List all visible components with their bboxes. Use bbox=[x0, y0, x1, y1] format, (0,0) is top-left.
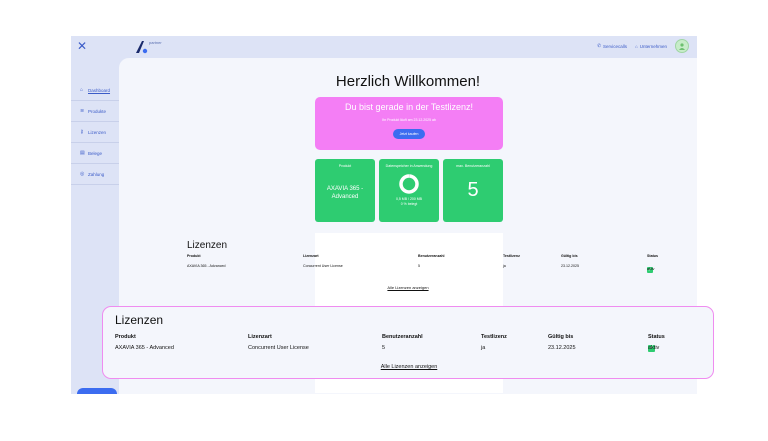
trial-banner: Du bist gerade in der Testlizenz! Ihr Pr… bbox=[315, 97, 503, 150]
table-row: AXAVIA 365 - Advanced Concurrent User Li… bbox=[187, 261, 687, 273]
storage-usage-pct: 0 % belegt bbox=[400, 201, 418, 206]
payment-icon: ◎ bbox=[80, 170, 85, 177]
logo-text: partner bbox=[149, 40, 162, 45]
card-header: Produkt bbox=[338, 164, 352, 168]
buy-now-button[interactable]: Jetzt kaufen bbox=[392, 129, 426, 139]
building-icon: ⌂ bbox=[635, 43, 638, 49]
sidebar-item-dashboard[interactable]: ⌂ Dashboard bbox=[71, 80, 119, 101]
licenses-zoom-callout: Lizenzen Produkt Lizenzart Benutzeranzah… bbox=[102, 306, 714, 379]
servicecalls-label: Servicecalls bbox=[602, 43, 627, 49]
sidebar: ⌂ Dashboard ≋ Produkte ⚷ Lizenzen ▤ Bele… bbox=[71, 80, 119, 185]
sidebar-bottom-button[interactable] bbox=[77, 388, 117, 394]
user-icon bbox=[679, 43, 685, 50]
top-right-links: ✆ Servicecalls ⌂ Unternehmen bbox=[597, 39, 689, 53]
unternehmen-link[interactable]: ⌂ Unternehmen bbox=[635, 44, 667, 49]
phone-icon: ✆ bbox=[597, 43, 601, 48]
home-icon: ⌂ bbox=[80, 86, 84, 93]
sidebar-item-label: Produkte bbox=[88, 108, 107, 114]
col-header: Testlizenz bbox=[503, 254, 520, 258]
product-card: Produkt AXAVIA 365 - Advanced bbox=[315, 159, 375, 222]
brand-logo bbox=[136, 41, 148, 54]
sidebar-item-zahlung[interactable]: ◎ Zahlung bbox=[71, 164, 119, 185]
sidebar-item-label: Lizenzen bbox=[88, 129, 107, 135]
sidebar-item-produkte[interactable]: ≋ Produkte bbox=[71, 101, 119, 122]
key-icon: ⚷ bbox=[80, 128, 84, 135]
trial-subtitle: Ihr Produkt läuft am 23.12.2025 ab bbox=[382, 118, 436, 122]
cell: 5 bbox=[418, 264, 420, 268]
sidebar-item-label: Zahlung bbox=[88, 171, 105, 177]
col-header: Benutzeranzahl bbox=[382, 334, 423, 340]
status-badge: aktiv bbox=[648, 345, 660, 351]
licenses-title: Lizenzen bbox=[115, 313, 164, 327]
close-icon[interactable]: ✕ bbox=[77, 39, 87, 53]
col-header: Lizenzart bbox=[303, 254, 319, 258]
sidebar-item-lizenzen[interactable]: ⚷ Lizenzen bbox=[71, 122, 119, 143]
table-header: Produkt Lizenzart Benutzeranzahl Testliz… bbox=[187, 251, 687, 261]
card-header: Datenspeicher in Anwendung bbox=[385, 164, 433, 168]
licenses-section: Lizenzen Produkt Lizenzart Benutzeranzah… bbox=[187, 240, 687, 273]
receipt-icon: ▤ bbox=[80, 149, 85, 156]
unternehmen-label: Unternehmen bbox=[639, 43, 667, 49]
col-header: Benutzeranzahl bbox=[418, 254, 445, 258]
card-header: max. Benutzeranzahl bbox=[456, 164, 490, 168]
max-users-card: max. Benutzeranzahl 5 bbox=[443, 159, 503, 222]
col-header: Testlizenz bbox=[481, 334, 507, 340]
layers-icon: ≋ bbox=[80, 107, 85, 114]
storage-card: Datenspeicher in Anwendung 0,5 MB / 200 … bbox=[379, 159, 439, 222]
table-header: Produkt Lizenzart Benutzeranzahl Testliz… bbox=[103, 334, 715, 344]
cell: ja bbox=[503, 264, 506, 268]
col-header: Lizenzart bbox=[248, 334, 272, 340]
card-value: 5 bbox=[467, 179, 479, 202]
table-row: AXAVIA 365 - Advanced Concurrent User Li… bbox=[103, 345, 715, 355]
card-value: AXAVIA 365 - Advanced bbox=[326, 186, 364, 201]
all-licenses-link[interactable]: Alle Lizenzen anzeigen bbox=[103, 364, 715, 370]
all-licenses-link[interactable]: Alle Lizenzen anzeigen bbox=[119, 285, 697, 290]
cell: AXAVIA 365 - Advanced bbox=[115, 345, 174, 351]
cell: AXAVIA 365 - Advanced bbox=[187, 264, 226, 268]
col-header: Produkt bbox=[115, 334, 136, 340]
sidebar-item-belege[interactable]: ▤ Belege bbox=[71, 143, 119, 164]
col-header: Produkt bbox=[187, 254, 201, 258]
col-header: Gültig bis bbox=[548, 334, 574, 340]
sidebar-item-label: Dashboard bbox=[88, 87, 111, 93]
col-header: Status bbox=[648, 334, 665, 340]
avatar[interactable] bbox=[675, 39, 689, 53]
cell: 23.12.2025 bbox=[561, 264, 579, 268]
cell: Concurrent User License bbox=[248, 345, 309, 351]
col-header: Gültig bis bbox=[561, 254, 578, 258]
trial-title: Du bist gerade in der Testlizenz! bbox=[345, 102, 473, 112]
cell: 5 bbox=[382, 345, 386, 351]
sidebar-item-label: Belege bbox=[88, 150, 103, 156]
cell: Concurrent User License bbox=[303, 264, 343, 268]
top-bar: ✕ partner ✆ Servicecalls ⌂ Unternehmen bbox=[71, 36, 697, 58]
licenses-title: Lizenzen bbox=[187, 240, 228, 251]
cell: 23.12.2025 bbox=[548, 345, 576, 351]
page-title: Herzlich Willkommen! bbox=[335, 73, 481, 90]
servicecalls-link[interactable]: ✆ Servicecalls bbox=[597, 43, 627, 49]
cell: ja bbox=[481, 345, 486, 351]
status-badge: aktiv bbox=[647, 267, 655, 271]
storage-donut bbox=[399, 174, 419, 194]
col-header: Status bbox=[647, 254, 658, 258]
